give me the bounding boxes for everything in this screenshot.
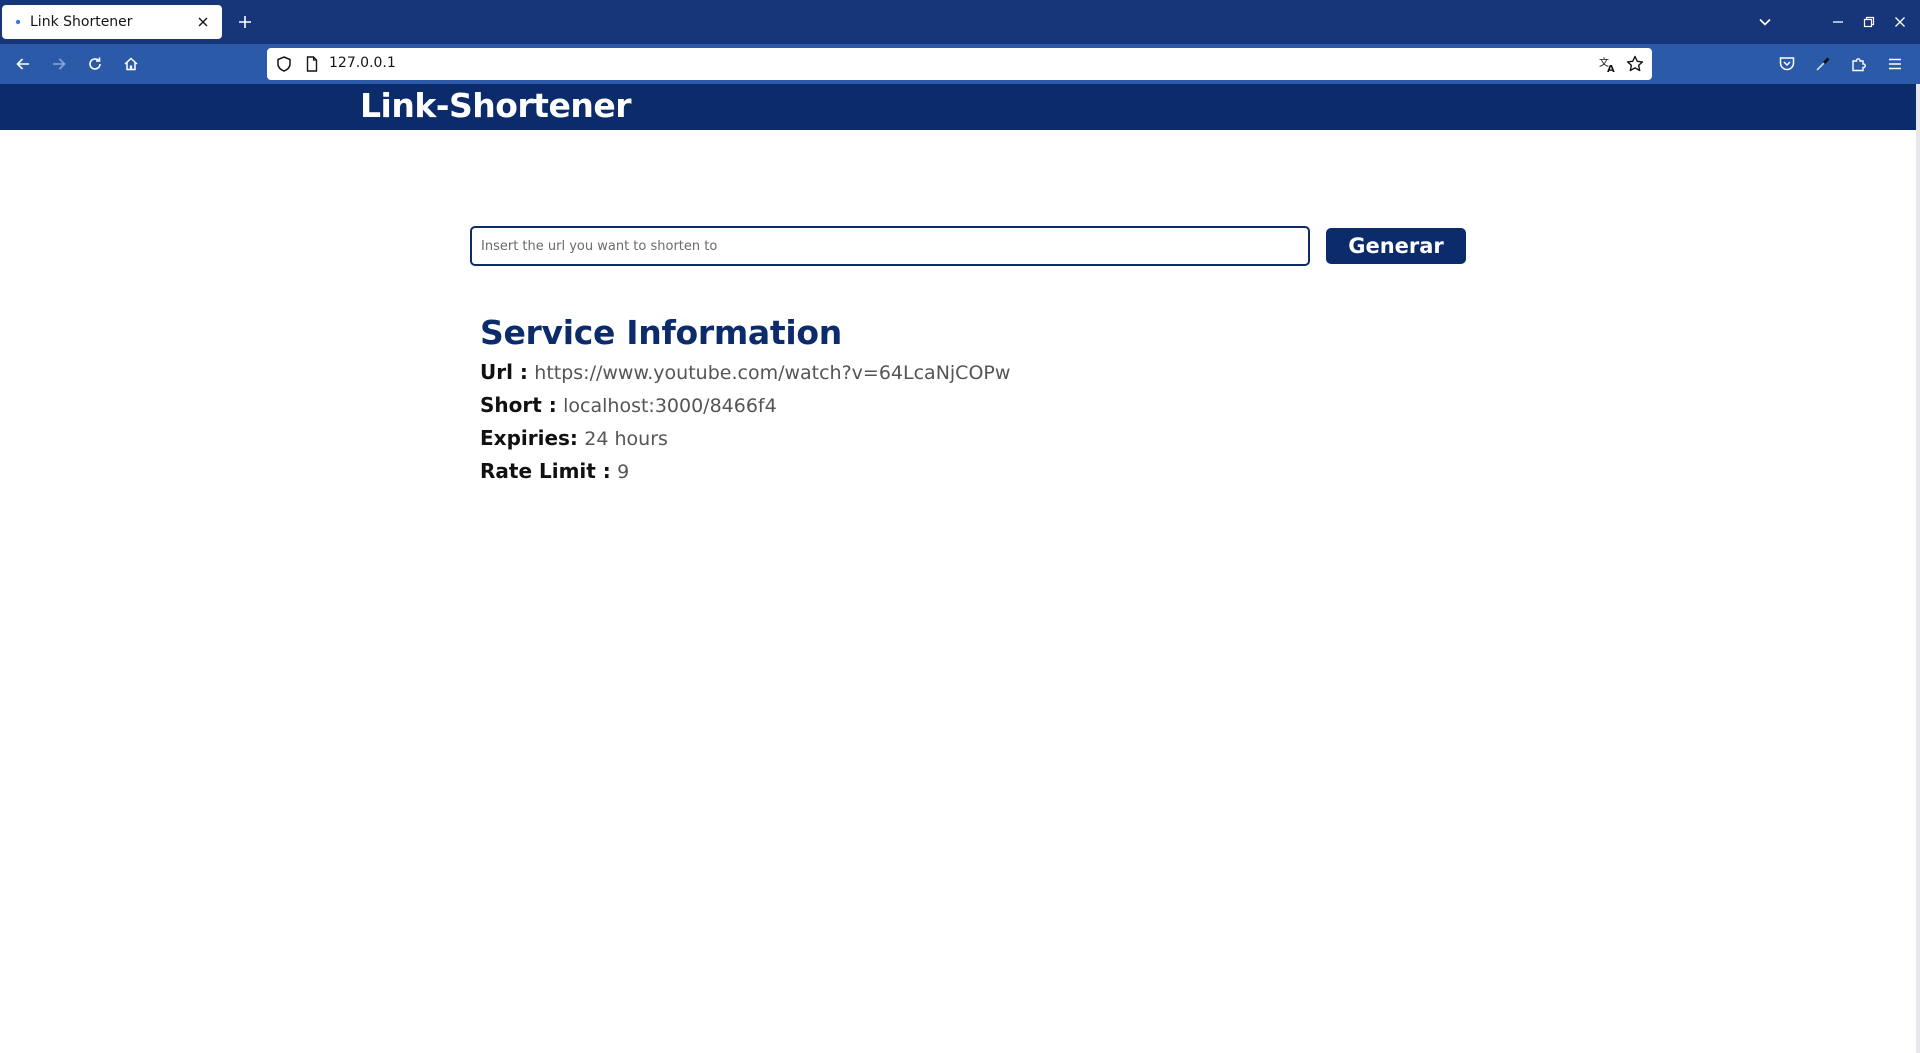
info-label: Rate Limit : [480, 459, 611, 483]
info-row-expiries: Expiries: 24 hours [480, 422, 1240, 455]
svg-text:A: A [1607, 64, 1615, 74]
service-information-panel: Service Information Url : https://www.yo… [480, 310, 1240, 488]
home-icon[interactable] [117, 50, 145, 78]
address-bar[interactable]: 127.0.0.1 文A [267, 48, 1652, 80]
info-value-rate-limit: 9 [617, 461, 630, 483]
reload-icon[interactable] [81, 50, 109, 78]
eyedropper-icon[interactable] [1809, 50, 1837, 78]
app-menu-hamburger-icon[interactable] [1881, 50, 1909, 78]
tracking-protection-shield-icon[interactable] [275, 55, 293, 73]
browser-toolbar: 127.0.0.1 文A [0, 44, 1920, 84]
info-label: Url : [480, 360, 528, 384]
bookmark-star-icon[interactable] [1625, 54, 1645, 74]
page-scrollbar[interactable] [1916, 84, 1920, 1053]
minimize-window-icon[interactable] [1826, 10, 1850, 34]
pocket-icon[interactable] [1773, 50, 1801, 78]
site-title: Link-Shortener [360, 86, 632, 125]
info-label: Short : [480, 393, 557, 417]
back-arrow-icon[interactable] [9, 50, 37, 78]
close-tab-icon[interactable] [194, 13, 212, 31]
info-label: Expiries: [480, 426, 578, 450]
close-window-icon[interactable] [1888, 10, 1912, 34]
info-row-short: Short : localhost:3000/8466f4 [480, 389, 1240, 422]
info-value-url: https://www.youtube.com/watch?v=64LcaNjC… [534, 362, 1011, 384]
generate-button[interactable]: Generar [1326, 228, 1466, 264]
browser-tab-strip: Link Shortener [0, 0, 1920, 44]
translate-icon[interactable]: 文A [1598, 54, 1618, 75]
info-value-expiries: 24 hours [584, 428, 668, 450]
browser-tab-link-shortener[interactable]: Link Shortener [2, 5, 222, 39]
tab-title: Link Shortener [30, 14, 133, 30]
info-row-rate-limit: Rate Limit : 9 [480, 455, 1240, 488]
page-info-icon[interactable] [303, 55, 321, 73]
site-header: Link-Shortener [0, 84, 1916, 130]
forward-arrow-icon[interactable] [45, 50, 73, 78]
restore-window-icon[interactable] [1857, 10, 1881, 34]
service-information-heading: Service Information [480, 313, 842, 352]
info-value-short: localhost:3000/8466f4 [563, 395, 777, 417]
url-input[interactable] [470, 226, 1310, 266]
address-url-text[interactable]: 127.0.0.1 [329, 55, 396, 71]
new-tab-plus-icon[interactable] [232, 9, 258, 35]
extensions-puzzle-icon[interactable] [1845, 50, 1873, 78]
favicon-icon [14, 18, 22, 26]
list-all-tabs-chevron-down-icon[interactable] [1752, 9, 1778, 35]
info-row-url: Url : https://www.youtube.com/watch?v=64… [480, 356, 1240, 389]
